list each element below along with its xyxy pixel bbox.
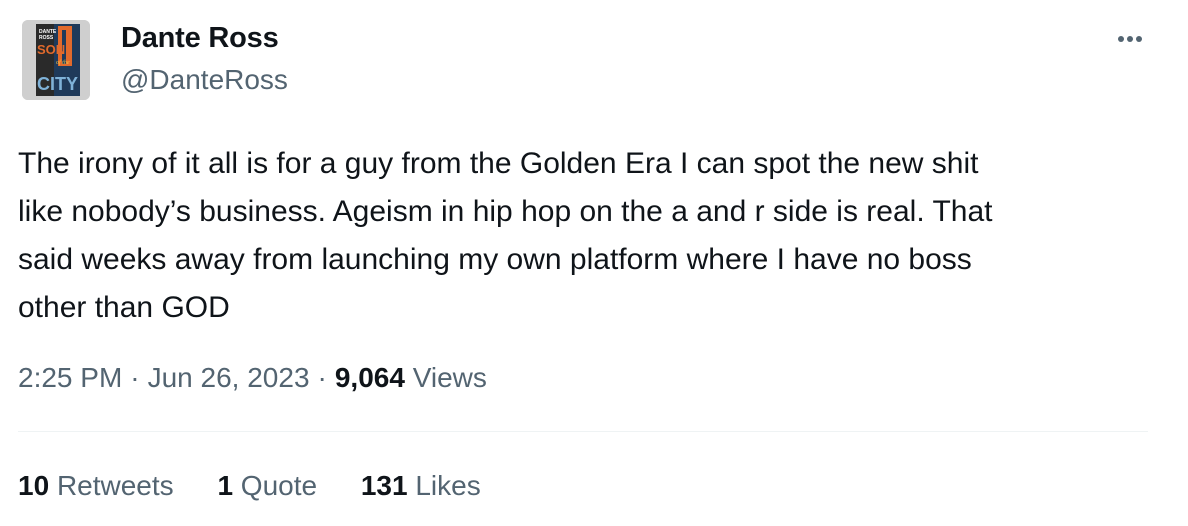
quotes-label: Quote xyxy=(240,470,318,501)
views-count: 9,064 xyxy=(334,362,405,393)
tweet-meta: 2:25 PM · Jun 26, 2023 · 9,064 Views xyxy=(18,362,487,394)
tweet-time[interactable]: 2:25 PM xyxy=(18,362,122,393)
retweets-count: 10 xyxy=(18,470,50,501)
likes-count: 131 xyxy=(360,470,408,501)
tweet-date[interactable]: Jun 26, 2023 xyxy=(148,362,310,393)
likes-label: Likes xyxy=(415,470,481,501)
book-cover-image: DANTE ROSS SON of the CITY xyxy=(22,20,90,100)
author-handle[interactable]: @DanteRoss xyxy=(121,64,288,96)
tweet-card: DANTE ROSS SON of the CITY Dante Ross @D… xyxy=(0,0,1188,526)
tweet-text: The irony of it all is for a guy from th… xyxy=(18,147,993,324)
retweets-stat[interactable]: 10 Retweets xyxy=(18,470,174,502)
meta-separator: · xyxy=(317,362,327,393)
meta-separator: · xyxy=(130,362,140,393)
likes-stat[interactable]: 131 Likes xyxy=(361,470,481,502)
divider xyxy=(18,431,1148,432)
retweets-label: Retweets xyxy=(56,470,174,501)
svg-text:ROSS: ROSS xyxy=(39,35,54,41)
author-name[interactable]: Dante Ross xyxy=(121,22,279,55)
quotes-count: 1 xyxy=(217,470,234,501)
quotes-stat[interactable]: 1 Quote xyxy=(217,470,317,502)
svg-text:CITY: CITY xyxy=(37,74,78,94)
svg-text:of the: of the xyxy=(56,59,70,66)
svg-text:SON: SON xyxy=(37,42,65,57)
more-dots-icon[interactable] xyxy=(1108,22,1152,54)
views-label: Views xyxy=(412,362,487,393)
avatar[interactable]: DANTE ROSS SON of the CITY xyxy=(22,20,90,100)
engagement-stats: 10 Retweets 1 Quote 131 Likes xyxy=(18,470,517,502)
